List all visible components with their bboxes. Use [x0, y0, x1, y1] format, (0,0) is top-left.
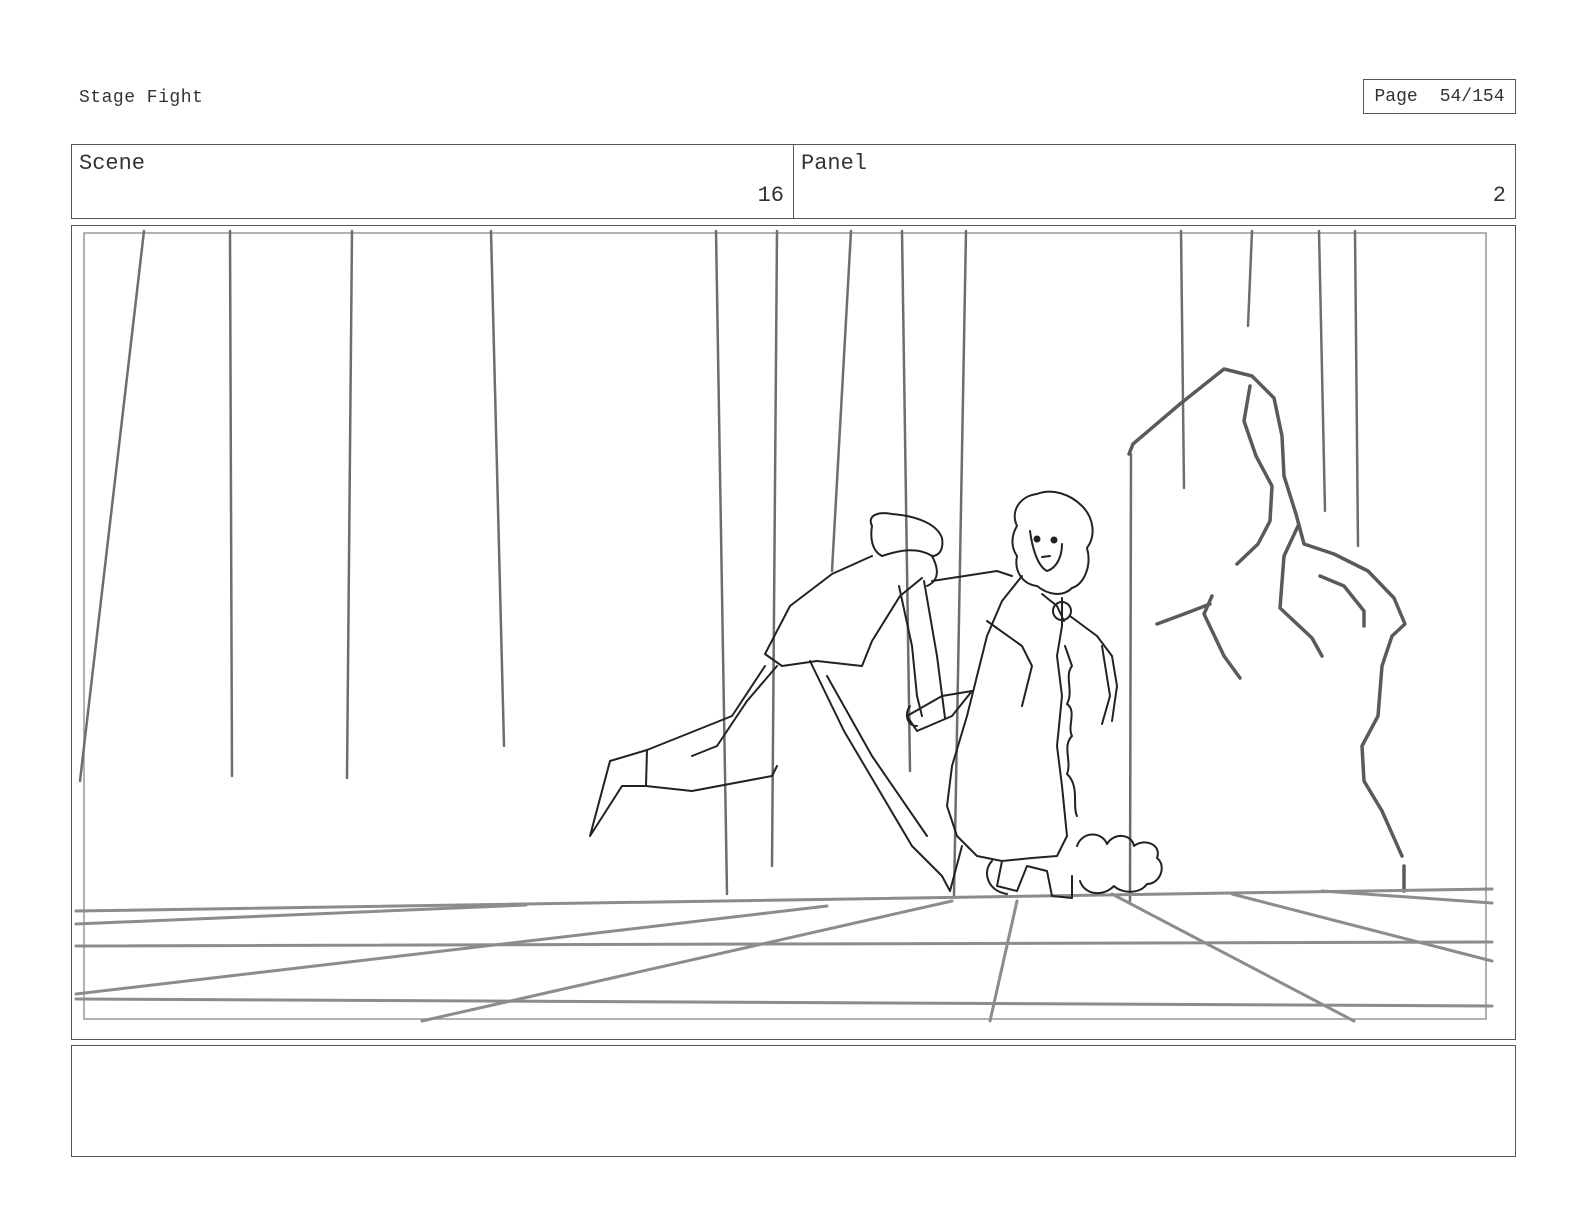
- document-title: Stage Fight: [79, 88, 204, 108]
- scenery-flat: [1127, 367, 1407, 893]
- stage-floor: [74, 887, 1494, 1023]
- panel-cell: Panel 2: [793, 145, 1515, 218]
- background-lines: [78, 229, 1360, 903]
- page-label: Page: [1374, 86, 1418, 107]
- storyboard-sketch: [74, 229, 1494, 1023]
- storyboard-panel: [71, 225, 1516, 1040]
- scene-cell: Scene 16: [72, 145, 793, 218]
- panel-label: Panel: [801, 151, 868, 176]
- page-indicator: Page 54/154: [1363, 79, 1516, 114]
- attacker-figure: [589, 512, 1013, 892]
- panel-number: 2: [1492, 183, 1506, 208]
- scene-label: Scene: [79, 151, 146, 176]
- panel-notes: [71, 1045, 1516, 1157]
- scene-panel-header: Scene 16 Panel 2: [71, 144, 1516, 219]
- scene-number: 16: [757, 183, 784, 208]
- page-number: 54/154: [1439, 86, 1505, 107]
